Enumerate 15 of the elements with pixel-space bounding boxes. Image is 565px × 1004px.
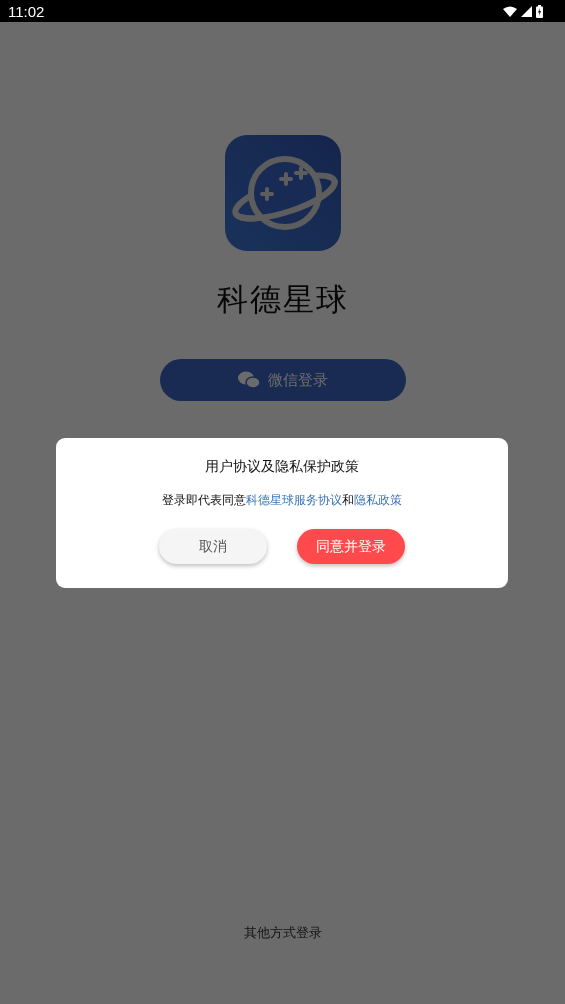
agreement-link[interactable]: 科德星球服务协议: [246, 493, 342, 507]
signal-icon: [521, 5, 532, 17]
other-login-link[interactable]: 其他方式登录: [243, 924, 322, 942]
app-logo-icon: [224, 135, 341, 251]
dialog-title: 用户协议及隐私保护政策: [205, 458, 359, 476]
wechat-login-button[interactable]: 微信登录: [159, 359, 406, 401]
chat-bubbles-icon: [237, 371, 260, 389]
dialog-message: 登录即代表同意科德星球服务协议和隐私政策: [162, 492, 402, 509]
wifi-icon: [503, 5, 517, 17]
agree-login-button[interactable]: 同意并登录: [297, 529, 405, 564]
agreement-link[interactable]: 隐私政策: [354, 493, 402, 507]
cancel-button[interactable]: 取消: [159, 529, 267, 564]
status-time: 11:02: [8, 2, 45, 20]
battery-icon: [536, 4, 543, 18]
app-name: 科德星球: [216, 280, 349, 319]
